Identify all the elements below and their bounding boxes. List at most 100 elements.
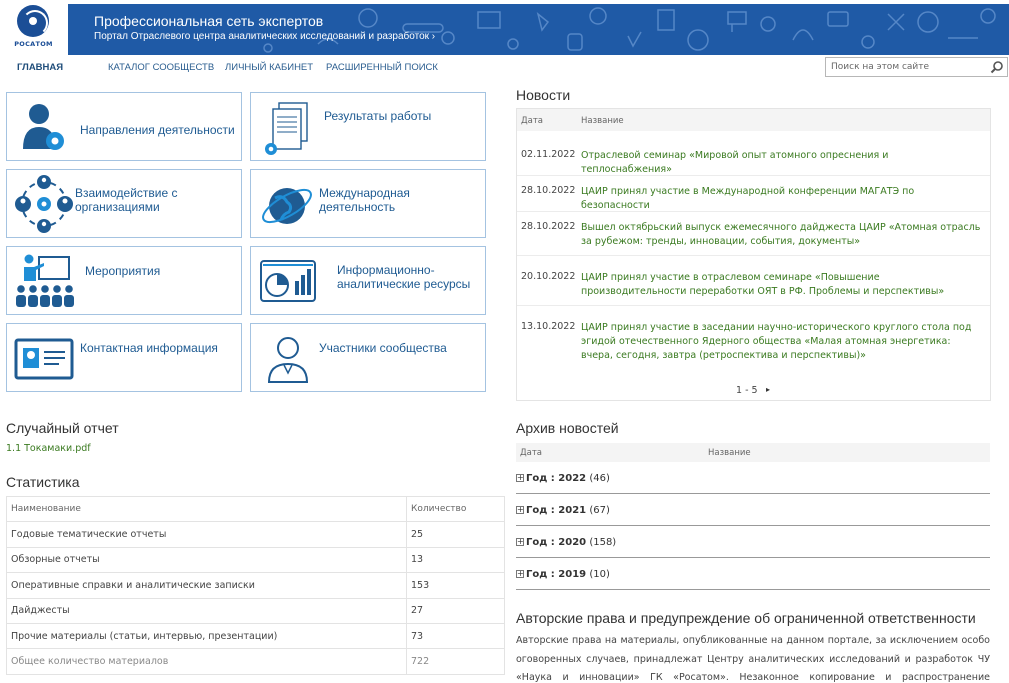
copyright-heading: Авторские права и предупреждение об огра… <box>516 610 976 626</box>
person-gear-icon <box>23 104 64 150</box>
tile-community-members[interactable]: Участники сообщества <box>250 323 486 392</box>
rosatom-logo-emblem <box>17 5 49 37</box>
news-date: 20.10.2022 <box>521 271 576 282</box>
presentation-audience-icon <box>16 254 74 307</box>
tile-label: Контактная информация <box>80 341 218 355</box>
search-icon[interactable] <box>990 60 1004 74</box>
tile-events[interactable]: Мероприятия <box>6 246 242 315</box>
stats-name-cell: Прочие материалы (статьи, интервью, през… <box>6 622 407 650</box>
banner-decoration <box>263 7 996 53</box>
archive-year-2021[interactable]: + Год : 2021 (67) <box>516 494 990 526</box>
search-input[interactable] <box>826 58 986 76</box>
news-archive-heading: Архив новостей <box>516 420 619 436</box>
nav-personal-cabinet[interactable]: ЛИЧНЫЙ КАБИНЕТ <box>225 62 313 73</box>
archive-year-label: Год : 2022 (46) <box>526 473 610 484</box>
tile-contact-info[interactable]: Контактная информация <box>6 323 242 392</box>
news-separator <box>517 211 990 212</box>
analytics-chart-icon <box>260 260 316 302</box>
site-search-box <box>825 57 1008 77</box>
expand-plus-icon[interactable]: + <box>516 474 524 482</box>
table-row: Прочие материалы (статьи, интервью, през… <box>6 622 505 650</box>
archive-year-2020[interactable]: + Год : 2020 (158) <box>516 526 990 558</box>
tile-label: Участники сообщества <box>319 341 447 355</box>
archive-year-2022[interactable]: + Год : 2022 (46) <box>516 462 990 494</box>
news-pager-range: 1 - 5 <box>736 385 758 396</box>
nav-communities-catalog[interactable]: КАТАЛОГ СООБЩЕСТВ <box>108 62 214 73</box>
tile-label: Международная деятельность <box>319 186 410 214</box>
news-date: 28.10.2022 <box>521 221 576 232</box>
random-report-link[interactable]: 1.1 Токамаки.pdf <box>6 443 91 454</box>
news-title-link[interactable]: ЦАИР принял участие в заседании научно-и… <box>581 321 981 363</box>
tile-interaction-organizations[interactable]: Взаимодействие с организациями <box>6 169 242 238</box>
news-separator <box>517 305 990 306</box>
news-title-link[interactable]: ЦАИР принял участие в отраслевом семинар… <box>581 271 981 299</box>
pager-next-icon[interactable]: ▸ <box>766 385 770 394</box>
news-col-title[interactable]: Название <box>581 116 624 126</box>
news-table-header: Дата Название <box>517 109 990 131</box>
tile-label: Направления деятельности <box>80 123 235 137</box>
tile-information-resources[interactable]: Информационно-аналитические ресурсы <box>250 246 486 315</box>
archive-year-2019[interactable]: + Год : 2019 (10) <box>516 558 990 590</box>
person-outline-icon <box>267 337 309 383</box>
expand-plus-icon[interactable]: + <box>516 506 524 514</box>
statistics-table: Наименование Количество Годовые тематиче… <box>6 495 505 675</box>
news-date: 02.11.2022 <box>521 149 576 160</box>
table-row: Дайджесты 27 <box>6 597 505 624</box>
archive-year-label: Год : 2019 (10) <box>526 569 610 580</box>
site-header: РОСАТОМ Профессиональная сеть экспертов … <box>0 0 1009 55</box>
nav-home[interactable]: ГЛАВНАЯ <box>17 62 63 73</box>
news-title-link[interactable]: Вышел октябрьский выпуск ежемесячного да… <box>581 221 981 249</box>
tile-work-results[interactable]: Результаты работы <box>250 92 486 161</box>
globe-orbit-icon <box>262 188 312 224</box>
stats-count-cell: 13 <box>406 546 505 574</box>
header-banner: Профессиональная сеть экспертов Портал О… <box>68 4 1009 55</box>
tile-activity-areas[interactable]: Направления деятельности <box>6 92 242 161</box>
stats-count-cell: 153 <box>406 572 505 599</box>
archive-col-title[interactable]: Название <box>708 448 751 458</box>
tile-international-activity[interactable]: Международная деятельность <box>250 169 486 238</box>
news-title-link[interactable]: ЦАИР принял участие в Международной конф… <box>581 185 981 213</box>
site-title[interactable]: Профессиональная сеть экспертов <box>94 13 323 29</box>
news-title-link[interactable]: Отраслевой семинар «Мировой опыт атомног… <box>581 149 981 177</box>
stats-count-cell: 722 <box>406 648 505 675</box>
news-list: Дата Название 02.11.2022 Отраслевой семи… <box>516 108 991 401</box>
news-col-date[interactable]: Дата <box>521 116 543 126</box>
stats-name-cell: Обзорные отчеты <box>6 546 407 574</box>
stats-name-cell: Оперативные справки и аналитические запи… <box>6 572 407 599</box>
stats-count-cell: 25 <box>406 521 505 548</box>
contact-card-icon <box>14 338 74 380</box>
table-row-total: Общее количество материалов 722 <box>6 648 505 675</box>
expand-plus-icon[interactable]: + <box>516 538 524 546</box>
archive-year-label: Год : 2020 (158) <box>526 537 617 548</box>
news-separator <box>517 175 990 176</box>
table-row: Годовые тематические отчеты 25 <box>6 521 505 548</box>
tile-label: Результаты работы <box>324 109 432 123</box>
tile-label: Информационно-аналитические ресурсы <box>337 263 471 291</box>
stats-name-cell: Годовые тематические отчеты <box>6 521 407 548</box>
stats-name-cell: Общее количество материалов <box>6 648 407 675</box>
archive-year-label: Год : 2021 (67) <box>526 505 610 516</box>
table-header-row: Наименование Количество <box>6 495 505 523</box>
news-separator <box>517 255 990 256</box>
stats-col-count: Количество <box>406 495 505 523</box>
people-network-icon <box>15 175 73 233</box>
archive-col-date[interactable]: Дата <box>520 448 542 458</box>
stats-count-cell: 73 <box>406 622 505 650</box>
news-heading: Новости <box>516 87 571 103</box>
site-subtitle[interactable]: Портал Отраслевого центра аналитических … <box>94 31 435 42</box>
rosatom-logo-text: РОСАТОМ <box>14 40 53 48</box>
stats-col-name: Наименование <box>6 495 407 523</box>
rosatom-logo[interactable]: РОСАТОМ <box>0 0 67 55</box>
expand-plus-icon[interactable]: + <box>516 570 524 578</box>
tile-label: Взаимодействие с организациями <box>75 186 178 214</box>
documents-gear-icon <box>265 102 308 155</box>
copyright-text: Авторские права на материалы, опубликова… <box>516 635 990 683</box>
statistics-heading: Статистика <box>6 474 80 490</box>
stats-count-cell: 27 <box>406 597 505 624</box>
table-row: Обзорные отчеты 13 <box>6 546 505 574</box>
nav-advanced-search[interactable]: РАСШИРЕННЫЙ ПОИСК <box>326 62 438 73</box>
news-date: 13.10.2022 <box>521 321 576 332</box>
table-row: Оперативные справки и аналитические запи… <box>6 572 505 599</box>
stats-name-cell: Дайджесты <box>6 597 407 624</box>
tile-label: Мероприятия <box>85 264 161 278</box>
